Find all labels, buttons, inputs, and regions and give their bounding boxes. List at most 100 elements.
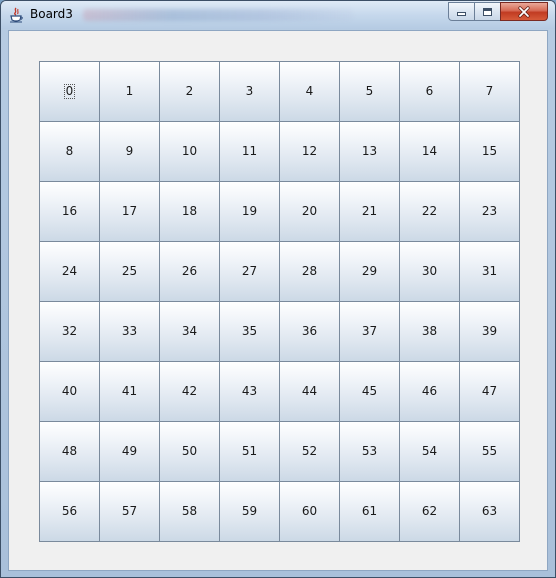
board-cell-button[interactable]: 25 bbox=[99, 241, 160, 302]
board-cell-button[interactable]: 39 bbox=[459, 301, 520, 362]
board-cell-button[interactable]: 59 bbox=[219, 481, 280, 542]
board-cell-button[interactable]: 9 bbox=[99, 121, 160, 182]
board-cell-button[interactable]: 21 bbox=[339, 181, 400, 242]
board-cell-label: 51 bbox=[241, 444, 258, 458]
board-cell-label: 53 bbox=[361, 444, 378, 458]
board-cell-button[interactable]: 36 bbox=[279, 301, 340, 362]
board-cell-button[interactable]: 54 bbox=[399, 421, 460, 482]
board-cell-button[interactable]: 8 bbox=[39, 121, 100, 182]
board-cell-label: 5 bbox=[365, 84, 374, 98]
board-cell-button[interactable]: 49 bbox=[99, 421, 160, 482]
board-cell-button[interactable]: 55 bbox=[459, 421, 520, 482]
board-cell-label: 22 bbox=[421, 204, 438, 218]
board-cell-label: 48 bbox=[61, 444, 78, 458]
board-cell-button[interactable]: 20 bbox=[279, 181, 340, 242]
board-cell-button[interactable]: 2 bbox=[159, 61, 220, 122]
board-cell-label: 60 bbox=[301, 504, 318, 518]
board-cell-label: 50 bbox=[181, 444, 198, 458]
board-cell-label: 14 bbox=[421, 144, 438, 158]
board-cell-button[interactable]: 33 bbox=[99, 301, 160, 362]
board-cell-button[interactable]: 12 bbox=[279, 121, 340, 182]
board-cell-button[interactable]: 47 bbox=[459, 361, 520, 422]
board-cell-label: 27 bbox=[241, 264, 258, 278]
board-cell-button[interactable]: 53 bbox=[339, 421, 400, 482]
title-bar[interactable]: Board3 bbox=[1, 1, 555, 29]
board-cell-button[interactable]: 29 bbox=[339, 241, 400, 302]
board-cell-button[interactable]: 51 bbox=[219, 421, 280, 482]
minimize-button[interactable] bbox=[448, 2, 475, 21]
board-cell-button[interactable]: 22 bbox=[399, 181, 460, 242]
board-cell-label: 31 bbox=[481, 264, 498, 278]
board-cell-button[interactable]: 15 bbox=[459, 121, 520, 182]
board-cell-label: 55 bbox=[481, 444, 498, 458]
board-cell-button[interactable]: 37 bbox=[339, 301, 400, 362]
board-cell-button[interactable]: 11 bbox=[219, 121, 280, 182]
board-cell-button[interactable]: 63 bbox=[459, 481, 520, 542]
board-cell-label: 41 bbox=[121, 384, 138, 398]
maximize-button[interactable] bbox=[474, 2, 501, 21]
board-cell-button[interactable]: 61 bbox=[339, 481, 400, 542]
board-cell-button[interactable]: 48 bbox=[39, 421, 100, 482]
board-cell-button[interactable]: 19 bbox=[219, 181, 280, 242]
board-cell-label: 52 bbox=[301, 444, 318, 458]
board-cell-label: 28 bbox=[301, 264, 318, 278]
board-cell-button[interactable]: 5 bbox=[339, 61, 400, 122]
board-cell-button[interactable]: 62 bbox=[399, 481, 460, 542]
close-button[interactable] bbox=[500, 2, 548, 21]
board-cell-button[interactable]: 28 bbox=[279, 241, 340, 302]
board-cell-label: 39 bbox=[481, 324, 498, 338]
board-cell-button[interactable]: 56 bbox=[39, 481, 100, 542]
board-cell-button[interactable]: 14 bbox=[399, 121, 460, 182]
board-cell-button[interactable]: 40 bbox=[39, 361, 100, 422]
board-cell-label: 43 bbox=[241, 384, 258, 398]
board-cell-button[interactable]: 31 bbox=[459, 241, 520, 302]
board-cell-button[interactable]: 60 bbox=[279, 481, 340, 542]
board-cell-label: 23 bbox=[481, 204, 498, 218]
board-cell-button[interactable]: 1 bbox=[99, 61, 160, 122]
board-cell-button[interactable]: 44 bbox=[279, 361, 340, 422]
board-cell-label: 9 bbox=[125, 144, 134, 158]
board-cell-label: 7 bbox=[485, 84, 494, 98]
board-cell-label: 62 bbox=[421, 504, 438, 518]
board-cell-label: 19 bbox=[241, 204, 258, 218]
board-cell-button[interactable]: 34 bbox=[159, 301, 220, 362]
board-cell-button[interactable]: 13 bbox=[339, 121, 400, 182]
board-cell-button[interactable]: 46 bbox=[399, 361, 460, 422]
board-cell-button[interactable]: 27 bbox=[219, 241, 280, 302]
minimize-icon bbox=[457, 11, 466, 16]
board-cell-label: 47 bbox=[481, 384, 498, 398]
board-cell-button[interactable]: 42 bbox=[159, 361, 220, 422]
board-cell-button[interactable]: 18 bbox=[159, 181, 220, 242]
board-cell-button[interactable]: 38 bbox=[399, 301, 460, 362]
board-cell-label: 13 bbox=[361, 144, 378, 158]
board-cell-label: 6 bbox=[425, 84, 434, 98]
board-cell-button[interactable]: 58 bbox=[159, 481, 220, 542]
board-cell-button[interactable]: 41 bbox=[99, 361, 160, 422]
board-cell-button[interactable]: 30 bbox=[399, 241, 460, 302]
board-cell-label: 10 bbox=[181, 144, 198, 158]
board-cell-button[interactable]: 52 bbox=[279, 421, 340, 482]
board-cell-label: 42 bbox=[181, 384, 198, 398]
board-cell-button[interactable]: 50 bbox=[159, 421, 220, 482]
board-cell-button[interactable]: 26 bbox=[159, 241, 220, 302]
board-cell-button[interactable]: 4 bbox=[279, 61, 340, 122]
board-cell-button[interactable]: 16 bbox=[39, 181, 100, 242]
board-cell-button[interactable]: 35 bbox=[219, 301, 280, 362]
board-cell-button[interactable]: 32 bbox=[39, 301, 100, 362]
board-cell-button[interactable]: 24 bbox=[39, 241, 100, 302]
board-cell-button[interactable]: 0 bbox=[39, 61, 100, 122]
board-cell-button[interactable]: 7 bbox=[459, 61, 520, 122]
board-cell-button[interactable]: 3 bbox=[219, 61, 280, 122]
board-cell-button[interactable]: 17 bbox=[99, 181, 160, 242]
board-cell-label: 57 bbox=[121, 504, 138, 518]
board-cell-button[interactable]: 6 bbox=[399, 61, 460, 122]
board-cell-button[interactable]: 45 bbox=[339, 361, 400, 422]
board-cell-button[interactable]: 23 bbox=[459, 181, 520, 242]
board-cell-label: 36 bbox=[301, 324, 318, 338]
board-cell-label: 38 bbox=[421, 324, 438, 338]
board-cell-label: 4 bbox=[305, 84, 314, 98]
board-cell-label: 25 bbox=[121, 264, 138, 278]
board-cell-button[interactable]: 57 bbox=[99, 481, 160, 542]
board-cell-button[interactable]: 43 bbox=[219, 361, 280, 422]
board-cell-button[interactable]: 10 bbox=[159, 121, 220, 182]
